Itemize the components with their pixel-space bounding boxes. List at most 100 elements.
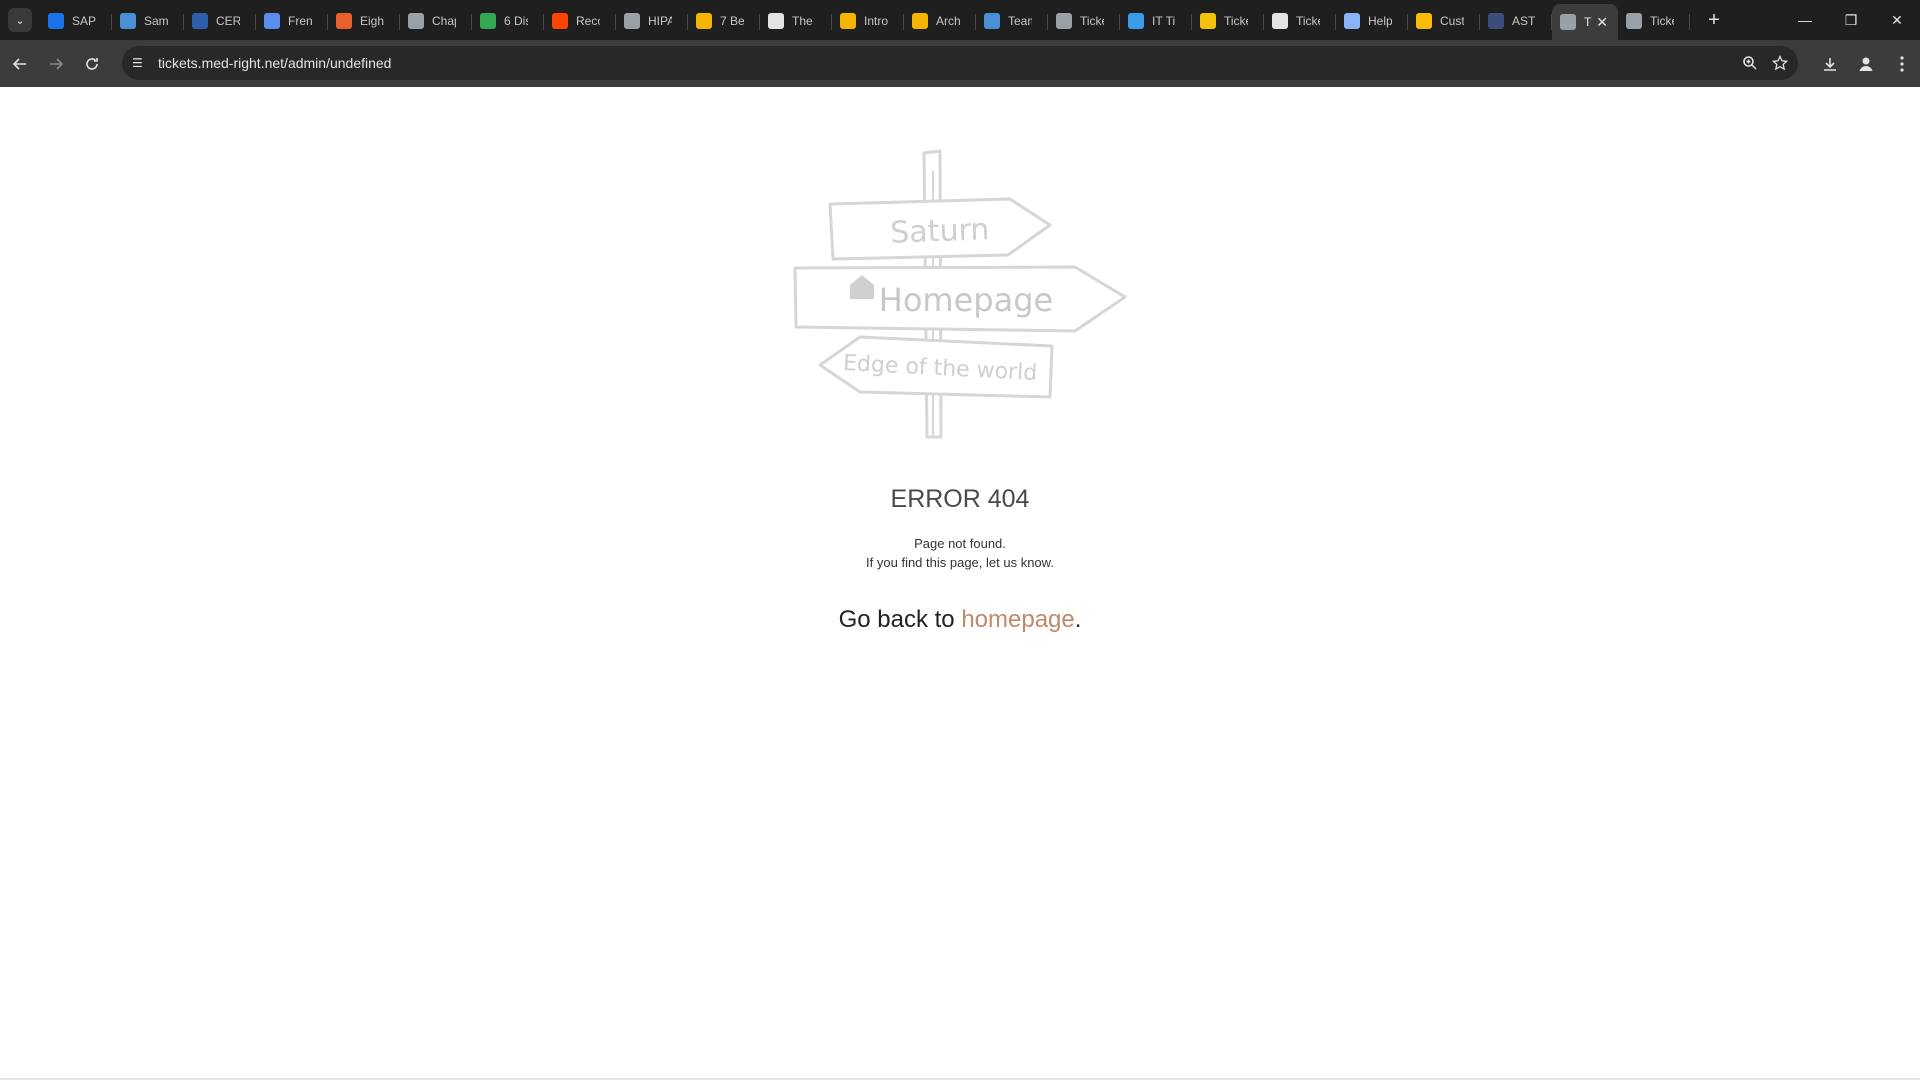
tab-title: 6 Dis bbox=[504, 14, 528, 28]
tab-title: The bbox=[792, 14, 813, 28]
window-controls: — ❐ ✕ bbox=[1782, 0, 1920, 40]
go-back-suffix: . bbox=[1074, 606, 1082, 633]
tab-strip: ⌄ SAP Samp CERN Frenc Eight Chap 6 Dis Reco HIPA… bbox=[0, 0, 1920, 40]
address-bar[interactable]: ☰ tickets.med-right.net/admin/undefined bbox=[122, 46, 1798, 80]
homepage-link[interactable]: homepage bbox=[961, 606, 1074, 633]
tab-10[interactable]: 7 Be bbox=[688, 5, 760, 37]
bookmark-star-icon[interactable] bbox=[1772, 55, 1788, 71]
tab-2[interactable]: Samp bbox=[112, 5, 184, 37]
tab-title: ASTI bbox=[1512, 14, 1536, 28]
tab-title: Ticke bbox=[1080, 14, 1104, 28]
tab-title: Ticke bbox=[1224, 14, 1248, 28]
new-tab-button[interactable]: + bbox=[1702, 9, 1726, 32]
menu-button[interactable] bbox=[1884, 55, 1920, 72]
kebab-menu-icon bbox=[1900, 55, 1904, 72]
tab-title: Cust bbox=[1440, 14, 1464, 28]
hex-icon bbox=[696, 13, 712, 29]
p-icon bbox=[1272, 13, 1288, 29]
tab-17[interactable]: Ticke bbox=[1192, 5, 1264, 37]
asti-icon bbox=[1488, 13, 1504, 29]
tab-14[interactable]: Team bbox=[976, 5, 1048, 37]
box-icon bbox=[912, 13, 928, 29]
forward-button[interactable] bbox=[40, 48, 72, 80]
sign-saturn: Saturn bbox=[890, 212, 990, 250]
close-window-button[interactable]: ✕ bbox=[1874, 0, 1920, 40]
site-info-icon[interactable]: ☰ bbox=[132, 56, 152, 70]
tab-3[interactable]: CERN bbox=[184, 5, 256, 37]
arrow-left-icon bbox=[12, 57, 26, 70]
ticket-icon bbox=[1056, 13, 1072, 29]
plus-circle-icon bbox=[480, 13, 496, 29]
globe-icon bbox=[120, 13, 136, 29]
pen-icon bbox=[1128, 13, 1144, 29]
sap-icon bbox=[48, 13, 64, 29]
tab-22[interactable]: T ✕ bbox=[1552, 4, 1618, 40]
url-text[interactable]: tickets.med-right.net/admin/undefined bbox=[158, 55, 391, 71]
tab-5[interactable]: Eight bbox=[328, 5, 400, 37]
tab-8[interactable]: Reco bbox=[544, 5, 616, 37]
profile-button[interactable] bbox=[1848, 55, 1884, 73]
tab-20[interactable]: Cust bbox=[1408, 5, 1480, 37]
tab-title: Eight bbox=[360, 14, 384, 28]
tab-23[interactable]: Ticke bbox=[1618, 5, 1690, 37]
tab-18[interactable]: Ticke bbox=[1264, 5, 1336, 37]
tab-title: Chap bbox=[432, 14, 456, 28]
chrome-icon bbox=[1416, 13, 1432, 29]
go-back-prefix: Go back to bbox=[838, 606, 962, 633]
signpost-illustration: Saturn Homepage Edge of the world bbox=[793, 149, 1127, 439]
arrow-right-icon bbox=[50, 57, 64, 70]
tab-title: Ticke bbox=[1650, 14, 1674, 28]
minimize-button[interactable]: — bbox=[1782, 0, 1828, 40]
tab-title: Intro bbox=[864, 14, 888, 28]
reload-icon bbox=[86, 57, 98, 70]
tab-title: IT Ti bbox=[1152, 14, 1176, 28]
tab-13[interactable]: Arch bbox=[904, 5, 976, 37]
link-icon bbox=[408, 13, 424, 29]
doc-icon bbox=[264, 13, 280, 29]
chevron-down-icon: ⌄ bbox=[15, 14, 25, 27]
tab-title: Help bbox=[1368, 14, 1392, 28]
tab-4[interactable]: Frenc bbox=[256, 5, 328, 37]
tab-19[interactable]: Help bbox=[1336, 5, 1408, 37]
reload-button[interactable] bbox=[76, 48, 108, 80]
restore-button[interactable]: ❐ bbox=[1828, 0, 1874, 40]
tab-title: Ticke bbox=[1296, 14, 1320, 28]
tab-9[interactable]: HIPA bbox=[616, 5, 688, 37]
link-icon bbox=[1560, 14, 1576, 30]
slash-icon bbox=[768, 13, 784, 29]
close-tab-icon[interactable]: ✕ bbox=[1596, 14, 1608, 31]
back-button[interactable] bbox=[4, 48, 36, 80]
bird-icon bbox=[336, 13, 352, 29]
reddit-icon bbox=[552, 13, 568, 29]
error-title: ERROR 404 bbox=[890, 485, 1030, 513]
tab-6[interactable]: Chap bbox=[400, 5, 472, 37]
tab-7[interactable]: 6 Dis bbox=[472, 5, 544, 37]
tab-16[interactable]: IT Ti bbox=[1120, 5, 1192, 37]
tab-11[interactable]: The bbox=[760, 5, 832, 37]
page-content: Saturn Homepage Edge of the world ERROR … bbox=[0, 87, 1920, 1080]
downloads-button[interactable] bbox=[1812, 56, 1848, 72]
tab-title: Team bbox=[1008, 14, 1032, 28]
tab-12[interactable]: Intro bbox=[832, 5, 904, 37]
browser-toolbar: ☰ tickets.med-right.net/admin/undefined bbox=[0, 40, 1920, 87]
flask-icon bbox=[1344, 13, 1360, 29]
zoom-icon[interactable] bbox=[1742, 55, 1758, 71]
tab-title: Reco bbox=[576, 14, 600, 28]
tab-title: CERN bbox=[216, 14, 240, 28]
tab-title: Arch bbox=[936, 14, 960, 28]
cern-icon bbox=[192, 13, 208, 29]
tab-title: HIPA bbox=[648, 14, 672, 28]
tab-21[interactable]: ASTI bbox=[1480, 5, 1552, 37]
tab-title: SAP bbox=[72, 14, 96, 28]
tab-list: SAP Samp CERN Frenc Eight Chap 6 Dis Reco HIPA 7 … bbox=[40, 0, 1690, 40]
avatar-icon bbox=[1859, 57, 1873, 71]
ticket-icon bbox=[1626, 13, 1642, 29]
download-icon bbox=[1824, 57, 1836, 71]
globe-icon bbox=[984, 13, 1000, 29]
tab-15[interactable]: Ticke bbox=[1048, 5, 1120, 37]
box-icon bbox=[840, 13, 856, 29]
error-message: Page not found. bbox=[914, 536, 1006, 551]
tab-1[interactable]: SAP bbox=[40, 5, 112, 37]
go-back-text: Go back to homepage. bbox=[0, 606, 1920, 634]
tab-search-button[interactable]: ⌄ bbox=[8, 8, 32, 32]
